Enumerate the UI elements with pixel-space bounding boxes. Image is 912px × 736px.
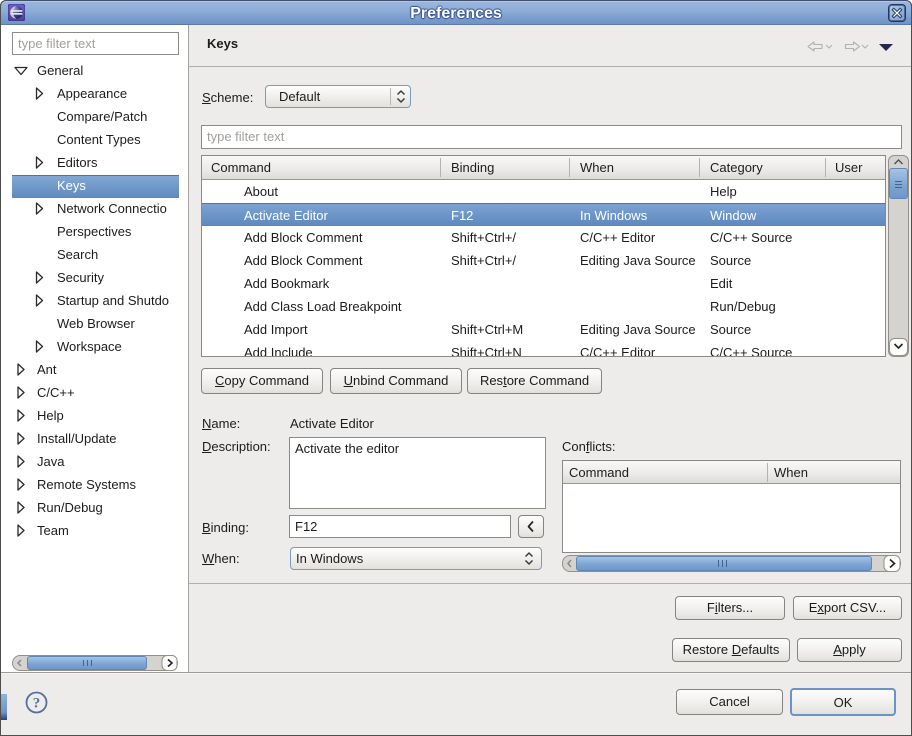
svg-text:?: ?: [33, 696, 41, 712]
